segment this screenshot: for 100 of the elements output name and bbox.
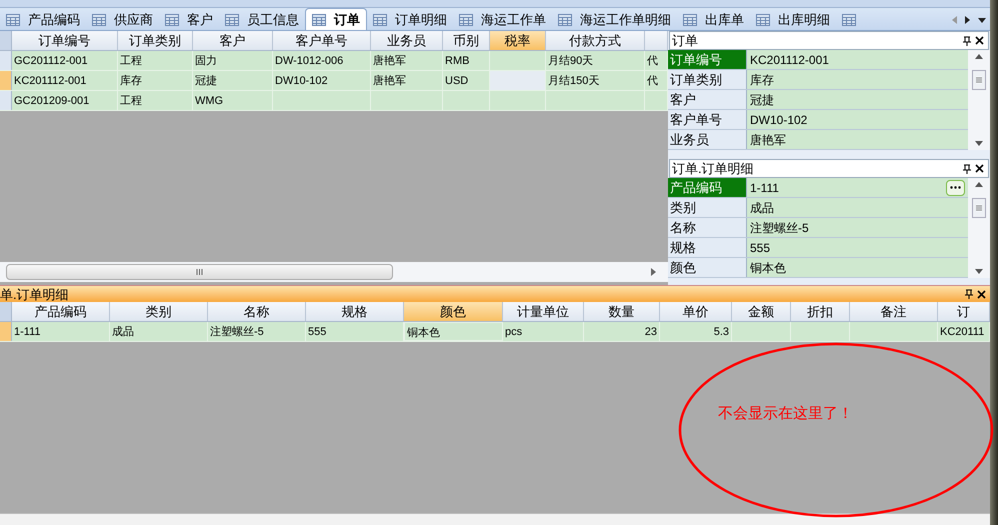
tab[interactable]: 出库明细 [750,10,836,30]
tab[interactable]: 出库单 [677,10,750,30]
table-cell: GC201112-001 [12,51,118,70]
ellipsis-button[interactable] [946,180,965,196]
table-cell: 成品 [110,322,208,341]
table-icon [92,14,106,26]
table-cell: 唐艳军 [371,71,443,90]
ellipsis-icon [950,186,961,189]
value-text: 成品 [750,200,774,216]
table-cell: DW-1012-006 [273,51,371,70]
horizontal-scrollbar[interactable] [6,264,393,280]
horizontal-scrollbar[interactable] [0,513,990,525]
property-label[interactable]: 产品编码 [668,178,747,197]
column-header[interactable]: 备注 [850,302,938,321]
column-header[interactable]: 付款方式 [546,31,645,50]
table-cell: 工程 [118,51,193,70]
table-icon [683,14,697,26]
pin-icon[interactable] [963,164,971,174]
tab[interactable]: 产品编码 [0,10,86,30]
column-header[interactable]: 颜色 [404,302,503,321]
table-cell: 固力 [193,51,273,70]
column-header[interactable]: 折扣 [791,302,850,321]
tab[interactable]: 员工信息 [219,10,305,30]
column-header[interactable]: 类别 [110,302,208,321]
value-text: 唐艳军 [750,132,786,148]
scroll-down-icon[interactable] [975,141,983,146]
vertical-scrollbar[interactable] [968,50,990,150]
scroll-right-icon[interactable] [965,16,970,24]
property-label[interactable]: 规格 [668,238,747,257]
column-header[interactable]: 客户单号 [273,31,371,50]
table-cell: 月结150天 [546,71,645,90]
property-label[interactable]: 订单编号 [668,50,747,69]
table-cell: 5.3 [660,322,732,341]
column-header[interactable]: 客户 [193,31,273,50]
table-icon [756,14,770,26]
table-cell: KC201112-001 [12,71,118,90]
value-text: 注塑螺丝-5 [750,220,809,236]
close-icon[interactable] [977,290,986,298]
column-header[interactable]: 订单编号 [12,31,118,50]
table-cell: 1-111 [12,322,110,341]
table-icon [312,14,326,26]
value-text: DW10-102 [750,112,808,128]
property-label[interactable]: 客户 [668,90,747,109]
table-icon [459,14,473,26]
scroll-right-icon[interactable] [651,268,656,276]
property-label[interactable]: 颜色 [668,258,747,277]
table-cell: RMB [443,51,490,70]
table-cell: 工程 [118,91,193,110]
column-header[interactable]: 订单类别 [118,31,193,50]
value-text: KC201112-001 [750,52,829,68]
scroll-thumb[interactable] [972,198,986,218]
column-header[interactable]: 金额 [732,302,791,321]
column-header[interactable]: 业务员 [371,31,443,50]
vertical-scrollbar[interactable] [968,178,990,278]
property-label[interactable]: 客户单号 [668,110,747,129]
tab[interactable]: 海运工作单 [453,10,552,30]
table-cell: GC201209-001 [12,91,118,110]
close-icon[interactable] [975,36,984,45]
dropdown-icon[interactable] [978,18,986,22]
table-icon [6,14,20,26]
scroll-thumb[interactable] [972,70,986,90]
tab[interactable]: 客户 [159,10,219,30]
property-label[interactable]: 业务员 [668,130,747,149]
value-text: 555 [750,240,770,256]
pin-icon[interactable] [963,36,971,46]
table-cell: 唐艳军 [371,51,443,70]
column-header[interactable]: 计量单位 [503,302,584,321]
tab[interactable]: 订单明细 [367,10,453,30]
table-cell: 月结90天 [546,51,645,70]
column-header[interactable]: 名称 [208,302,306,321]
column-header[interactable]: 单价 [660,302,732,321]
table-icon [225,14,239,26]
value-text: 铜本色 [750,260,786,276]
property-label[interactable]: 名称 [668,218,747,237]
table-icon [558,14,572,26]
panel-title: 订单.订单明细 [671,160,754,178]
pin-icon[interactable] [965,289,973,299]
tab[interactable]: 供应商 [86,10,159,30]
table-cell: pcs [503,322,584,341]
table-cell: WMG [193,91,273,110]
property-label[interactable]: 类别 [668,198,747,217]
table-cell: 23 [584,322,660,341]
column-header[interactable]: 数量 [584,302,660,321]
column-header[interactable]: 产品编码 [12,302,110,321]
table-cell: 注塑螺丝-5 [208,322,306,341]
table-cell: 冠捷 [193,71,273,90]
table-icon [165,14,179,26]
column-header[interactable]: 税率 [490,31,546,50]
scroll-up-icon[interactable] [975,54,983,59]
property-label[interactable]: 订单类别 [668,70,747,89]
table-cell: DW10-102 [273,71,371,90]
tab[interactable]: 海运工作单明细 [552,10,677,30]
value-text: 库存 [750,72,774,88]
close-icon[interactable] [975,164,984,173]
tab[interactable]: 订单 [305,8,367,30]
value-text: 1-111 [750,180,779,196]
scroll-down-icon[interactable] [975,269,983,274]
table-icon [373,14,387,26]
scroll-up-icon[interactable] [975,182,983,187]
panel-title: 订单 [671,32,698,50]
